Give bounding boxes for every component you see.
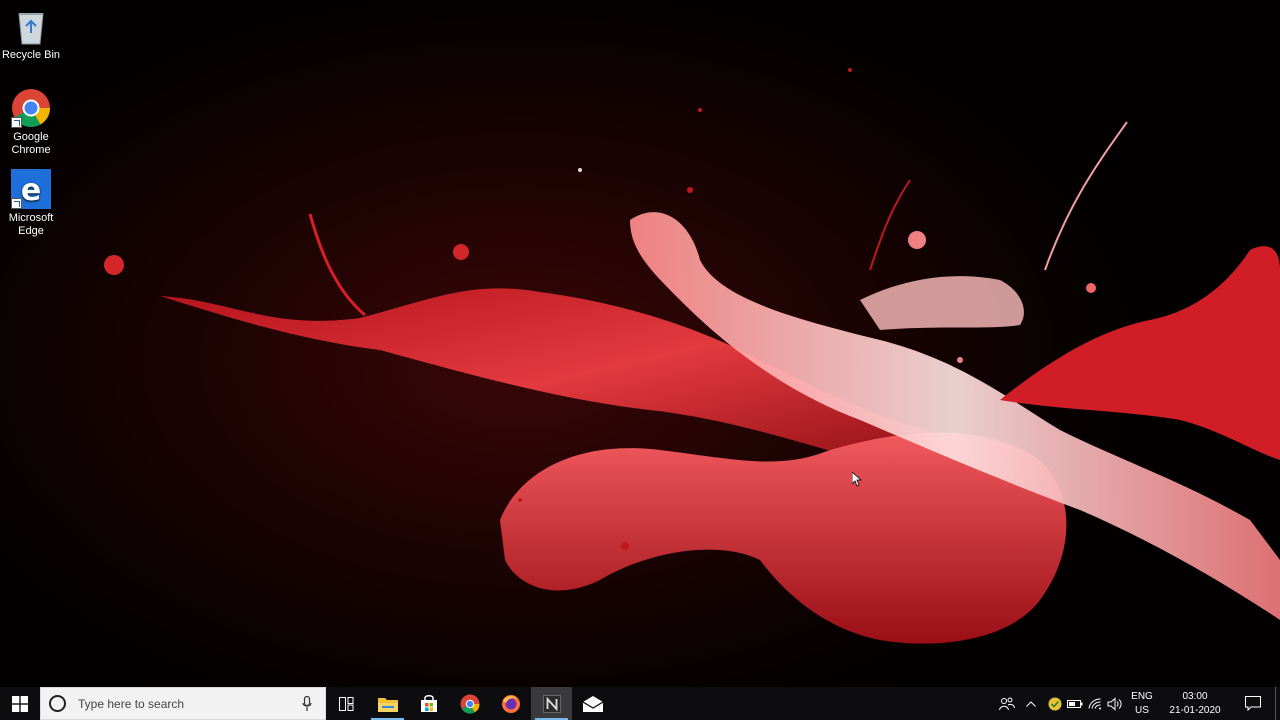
desktop-icon-label: Recycle Bin [1,49,61,61]
show-hidden-icons-chevron-icon[interactable] [1017,687,1045,720]
notification-icon [1245,696,1261,711]
clock-time: 03:00 [1182,690,1208,702]
desktop-icon-label: Microsoft Edge [8,212,54,237]
keyboard-layout: US [1135,704,1149,716]
wifi-icon[interactable] [1085,687,1105,720]
microsoft-store-icon [420,694,437,712]
system-tray: ENG US 03:00 21-01-2020 [997,687,1280,720]
mouse-cursor-icon [852,472,862,487]
clock[interactable]: 03:00 21-01-2020 [1159,690,1231,718]
notepad-n-icon [542,694,561,713]
desktop-icon-label: Google Chrome [11,131,51,156]
red-splash-artwork [104,68,1280,644]
people-icon[interactable] [997,687,1017,720]
recycle-bin-icon [11,6,51,46]
windows-logo-icon [12,695,28,712]
taskbar: ENG US 03:00 21-01-2020 [0,687,1280,720]
battery-icon[interactable] [1065,687,1085,720]
chrome-icon [460,694,480,714]
desktop-icon-microsoft-edge[interactable]: e Microsoft Edge [0,169,62,238]
shortcut-arrow-icon [11,117,22,128]
chrome-icon [11,88,51,128]
cortana-circle-icon [49,695,66,712]
microphone-icon[interactable] [297,695,317,712]
taskbar-app-chrome[interactable] [449,687,490,720]
volume-icon[interactable] [1105,687,1125,720]
task-view-button[interactable] [326,687,367,720]
firefox-icon [501,694,520,713]
taskbar-app-mail[interactable] [572,687,613,720]
task-view-icon [338,696,353,711]
taskbar-app-notepad-n[interactable] [531,687,572,720]
language-code: ENG [1131,690,1153,702]
desktop-icon-recycle-bin[interactable]: Recycle Bin [0,6,62,62]
security-shield-icon[interactable] [1045,687,1065,720]
clock-date: 21-01-2020 [1169,704,1221,716]
svg-text:e: e [21,173,41,208]
action-center-button[interactable] [1231,687,1275,720]
desktop-icon-google-chrome[interactable]: Google Chrome [0,88,62,157]
taskbar-search-box[interactable] [40,687,326,720]
taskbar-app-microsoft-store[interactable] [408,687,449,720]
shortcut-arrow-icon [11,198,22,209]
taskbar-app-firefox[interactable] [490,687,531,720]
search-input[interactable] [76,695,297,712]
edge-icon: e [11,169,51,209]
mail-icon [582,695,603,712]
taskbar-app-file-explorer[interactable] [367,687,408,720]
start-button[interactable] [0,687,40,720]
file-explorer-icon [377,697,398,712]
show-desktop-button[interactable] [1275,687,1280,720]
language-indicator[interactable]: ENG US [1125,690,1159,718]
desktop-wallpaper [0,0,1280,687]
